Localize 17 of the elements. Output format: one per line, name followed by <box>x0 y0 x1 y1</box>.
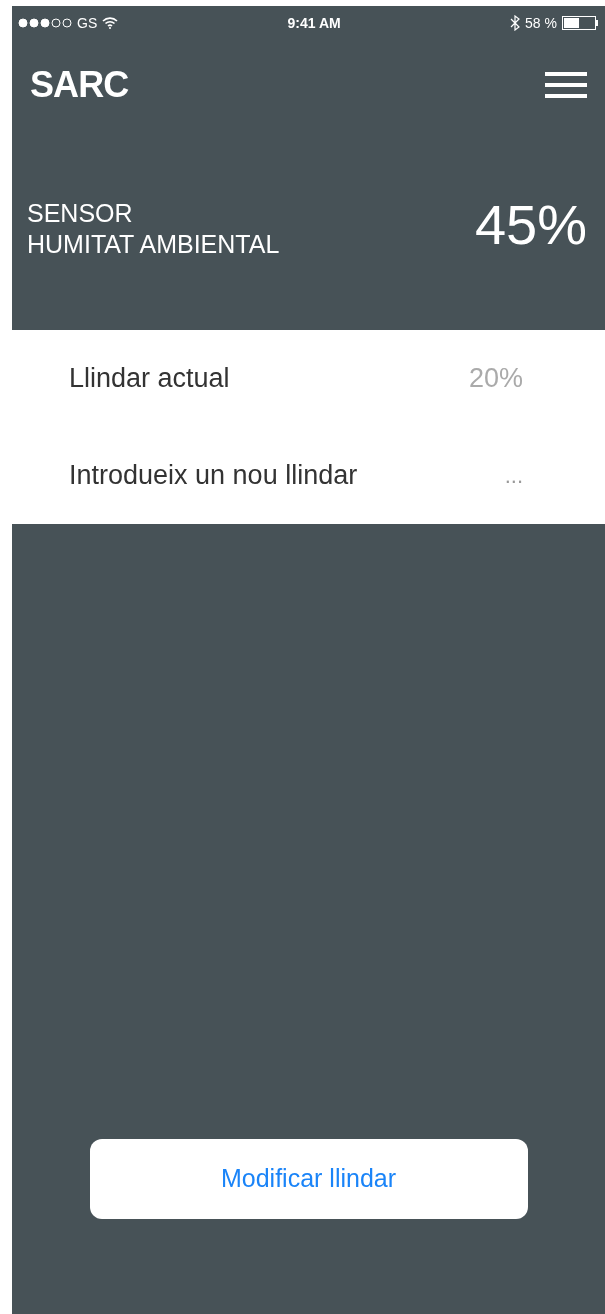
row-label: Introdueix un nou llindar <box>69 459 358 493</box>
carrier-name: GS <box>77 13 98 33</box>
wifi-icon <box>102 17 119 29</box>
menu-icon <box>545 70 587 100</box>
sensor-label: SENSOR HUMITAT AMBIENTAL <box>27 198 280 260</box>
battery-percent: 58 % <box>525 13 557 33</box>
signal-icon <box>18 18 72 28</box>
menu-button[interactable] <box>545 70 587 100</box>
bluetooth-icon <box>510 15 521 31</box>
row-label: Llindar actual <box>69 362 230 396</box>
threshold-input[interactable]: ... <box>483 459 523 492</box>
battery-icon <box>562 16 599 30</box>
modify-threshold-button[interactable]: Modificar llindar <box>89 1139 528 1219</box>
threshold-value: 20% <box>468 362 523 396</box>
app-title: SARC <box>30 63 129 107</box>
clock-time: 9:41 AM <box>287 13 341 33</box>
sensor-reading: 45% <box>474 197 587 253</box>
